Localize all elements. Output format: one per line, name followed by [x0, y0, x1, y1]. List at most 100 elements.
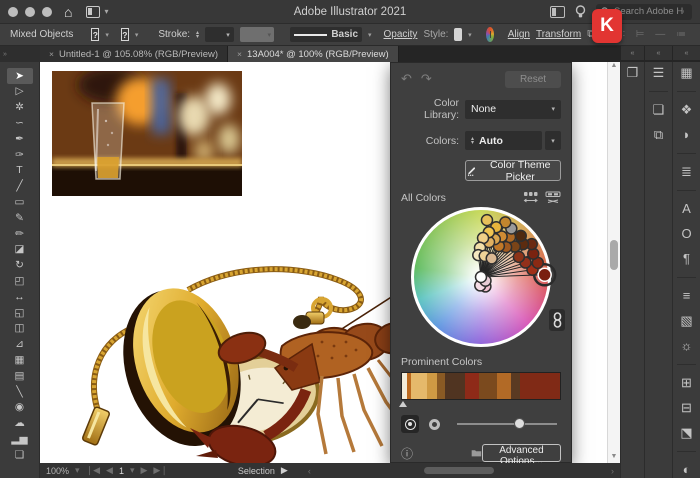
first-artboard-icon[interactable]: ❘◀ — [86, 465, 100, 476]
minimize-window-icon[interactable] — [25, 6, 35, 17]
variable-width-profile-dropdown[interactable]: ▾ — [239, 27, 275, 42]
previous-artboard-icon[interactable]: ◀ — [106, 465, 113, 476]
scroll-left-icon[interactable]: ‹ — [308, 466, 311, 476]
reset-button[interactable]: Reset — [505, 70, 561, 88]
smooth-wheel-toggle[interactable] — [401, 415, 419, 433]
advanced-options-button[interactable]: Advanced Options... — [481, 444, 561, 467]
selection-tool[interactable]: ➤ — [6, 68, 33, 84]
arrange-documents-icon[interactable] — [550, 5, 565, 18]
colors-dropdown[interactable]: ▾ — [545, 131, 561, 150]
wheel-marker[interactable] — [480, 213, 494, 227]
prominent-colors-handle[interactable] — [399, 401, 407, 407]
free-transform-tool[interactable]: ◱ — [7, 305, 33, 321]
zoom-level[interactable]: 100% — [46, 466, 69, 476]
stroke-swatch[interactable]: ? — [120, 28, 129, 41]
shaper-tool[interactable]: ✏ — [7, 226, 33, 242]
k-badge[interactable]: K — [592, 9, 622, 43]
vertical-scroll-thumb[interactable] — [610, 240, 618, 270]
prominent-color-segment[interactable] — [465, 373, 480, 399]
fill-swatch[interactable]: ? — [91, 28, 100, 41]
line-segment-tool[interactable]: ╱ — [7, 179, 33, 195]
collapse-dock-icon[interactable]: « — [673, 46, 700, 60]
prominent-color-segment[interactable] — [411, 373, 428, 399]
asset-export-panel-icon[interactable]: ⧉ — [645, 122, 672, 147]
close-window-icon[interactable] — [8, 6, 18, 17]
chevron-down-icon[interactable]: ▾ — [105, 31, 109, 39]
close-tab-icon[interactable]: × — [49, 49, 54, 59]
perspective-grid-tool[interactable]: ⊿ — [7, 337, 33, 353]
redo-icon[interactable]: ↷ — [421, 71, 441, 87]
status-play-icon[interactable]: ▶ — [281, 465, 288, 476]
mesh-tool[interactable]: ▦ — [7, 352, 33, 368]
color-theme-picker-button[interactable]: Color Theme Picker — [465, 159, 561, 183]
brush-definition-dropdown[interactable]: Basic — [290, 27, 363, 42]
wheel-marker-selected[interactable] — [537, 267, 552, 283]
opentype-panel-icon[interactable]: O — [673, 221, 700, 246]
document-tab[interactable]: × 13A004* @ 100% (RGB/Preview) — [228, 46, 399, 62]
transform-panel-icon[interactable]: ⊞ — [673, 370, 700, 395]
vertical-scrollbar[interactable]: ▲ ▼ — [607, 62, 620, 463]
canvas[interactable]: ↶ ↷ Reset Color Library: None ▾ Colors: ▴… — [40, 62, 620, 478]
folder-icon[interactable] — [471, 447, 482, 459]
link-harmony-colors-button[interactable] — [549, 309, 565, 331]
last-artboard-icon[interactable]: ▶❘ — [153, 465, 167, 476]
chevron-down-icon[interactable]: ▾ — [368, 31, 372, 39]
prominent-color-segment[interactable] — [496, 373, 511, 399]
lobster-watch-artwork[interactable] — [70, 250, 432, 468]
layers-panel-icon[interactable]: ≣ — [673, 159, 700, 184]
blend-tool[interactable]: ◉ — [7, 400, 33, 416]
properties-panel-icon[interactable]: ☰ — [645, 60, 672, 85]
tab-scroll-chevrons[interactable]: » — [0, 46, 40, 62]
undo-icon[interactable]: ↶ — [401, 71, 421, 87]
lasso-tool[interactable]: ∽ — [7, 115, 33, 131]
lightbulb-icon[interactable] — [575, 4, 586, 19]
pen-tool[interactable]: ✒ — [7, 131, 33, 147]
color-guide-panel-icon[interactable]: ◗ — [673, 122, 700, 147]
pathfinder-panel-icon[interactable]: ⬔ — [673, 420, 700, 445]
next-artboard-icon[interactable]: ▶ — [141, 465, 148, 476]
prominent-colors-bar[interactable] — [401, 372, 561, 400]
artboard-dropdown-icon[interactable]: ▾ — [130, 465, 135, 476]
colors-stepper[interactable]: ▴ ▾ — [471, 136, 474, 146]
chevron-down-icon[interactable]: ▾ — [135, 31, 139, 39]
wheel-marker[interactable] — [474, 270, 488, 284]
swatches-panel-icon[interactable]: ▦ — [673, 60, 700, 85]
curvature-tool[interactable]: ✑ — [7, 147, 33, 163]
prominent-color-segment[interactable] — [510, 373, 521, 399]
align-panel-icon[interactable]: ⊟ — [673, 395, 700, 420]
wheel-marker[interactable] — [485, 252, 498, 265]
horizontal-scrollbar[interactable]: ‹ › — [308, 463, 614, 478]
color-wheel[interactable] — [411, 207, 557, 347]
type-tool[interactable]: T — [7, 163, 33, 179]
appearance-panel-icon[interactable]: ☼ — [673, 333, 700, 358]
wheel-marker[interactable] — [512, 250, 526, 264]
artboard-number[interactable]: 1 — [119, 466, 124, 476]
color-panel-icon[interactable]: ❖ — [673, 97, 700, 122]
horizontal-scroll-thumb[interactable] — [424, 467, 495, 474]
close-tab-icon[interactable]: × — [237, 49, 242, 59]
color-library-dropdown[interactable]: None ▾ — [465, 99, 561, 119]
opacity-link[interactable]: Opacity — [384, 29, 418, 40]
colors-count-field[interactable]: ▴ ▾ Auto — [465, 131, 542, 150]
column-graph-tool[interactable]: ▂▅ — [7, 431, 33, 447]
workspace-layout-icon[interactable] — [86, 5, 101, 18]
align-link[interactable]: Align — [508, 29, 530, 40]
scale-tool[interactable]: ◰ — [7, 273, 33, 289]
scroll-right-icon[interactable]: › — [611, 466, 614, 476]
artboards-panel-icon[interactable]: ❏ — [645, 97, 672, 122]
document-tab[interactable]: × Untitled-1 @ 105.08% (RGB/Preview) — [40, 46, 229, 62]
segmented-wheel-toggle[interactable] — [425, 415, 443, 433]
recolor-artwork-icon[interactable] — [485, 27, 494, 42]
paragraph-panel-icon[interactable]: ¶ — [673, 246, 700, 271]
wheel-marker[interactable] — [514, 229, 527, 243]
paintbrush-tool[interactable]: ✎ — [7, 210, 33, 226]
direct-selection-tool[interactable]: ▷ — [7, 84, 33, 100]
artboard-tool[interactable]: ❏ — [7, 447, 33, 463]
rectangle-tool[interactable]: ▭ — [7, 194, 33, 210]
stroke-panel-icon[interactable]: ≡ — [673, 283, 700, 308]
magic-wand-tool[interactable]: ✲ — [7, 100, 33, 116]
brightness-slider[interactable] — [457, 415, 561, 433]
prominent-color-segment[interactable] — [520, 373, 560, 399]
symbol-sprayer-tool[interactable]: ☁ — [7, 416, 33, 432]
eraser-tool[interactable]: ◪ — [7, 242, 33, 258]
